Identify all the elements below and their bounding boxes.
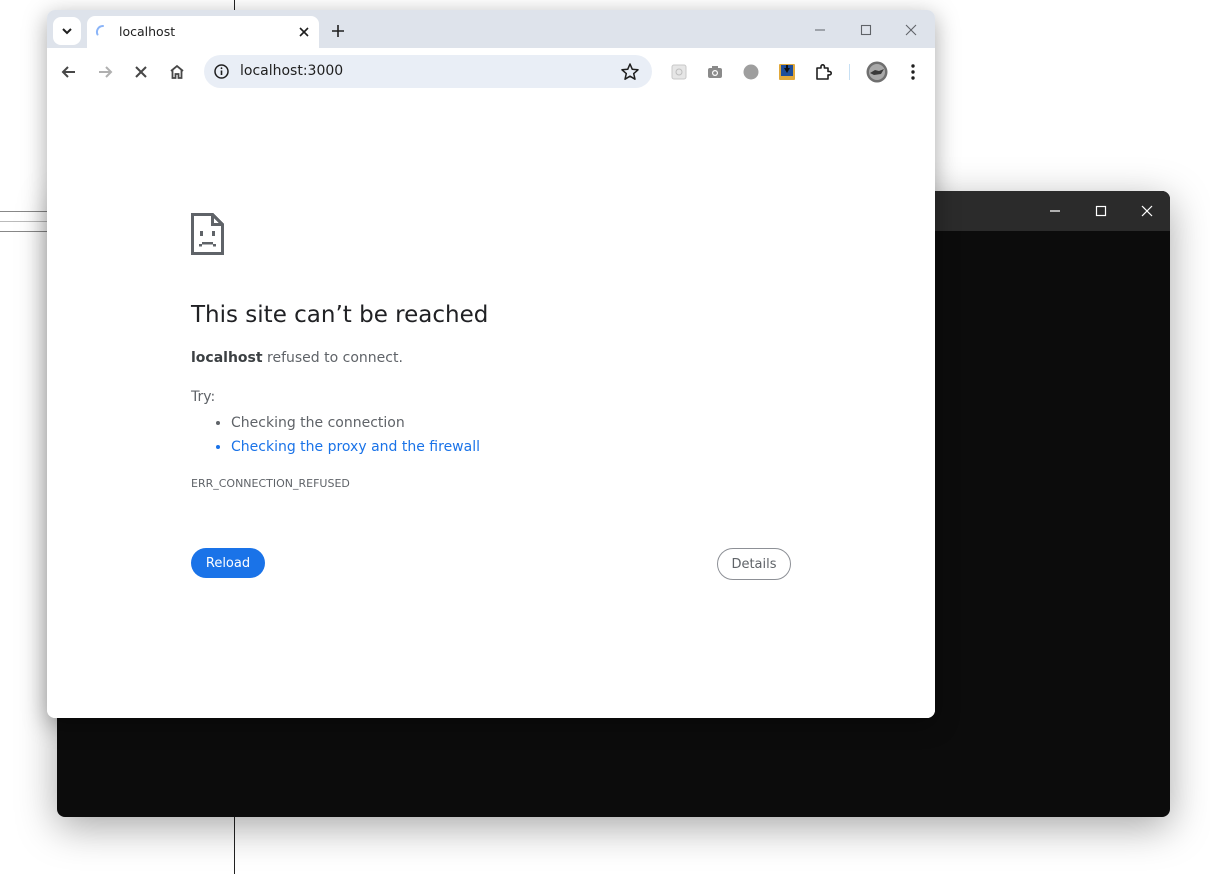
maximize-icon <box>1095 205 1107 217</box>
minimize-icon <box>1050 210 1060 212</box>
browser-toolbar: localhost:3000 <box>47 48 935 97</box>
forward-button[interactable] <box>89 56 121 88</box>
avatar <box>866 61 888 83</box>
try-label: Try: <box>191 389 216 405</box>
error-host: localhost <box>191 350 263 366</box>
plus-icon <box>332 25 344 37</box>
tab-search-button[interactable] <box>53 17 81 45</box>
terminal-maximize-button[interactable] <box>1078 191 1124 231</box>
maximize-icon <box>860 24 872 36</box>
browser-menu-button[interactable] <box>903 62 923 82</box>
stop-button[interactable] <box>125 56 157 88</box>
suggestion-link[interactable]: Checking the proxy and the firewall <box>231 435 480 459</box>
back-arrow-icon <box>61 66 75 78</box>
close-icon <box>1141 205 1153 217</box>
details-button[interactable]: Details <box>717 548 791 580</box>
terminal-minimize-button[interactable] <box>1032 191 1078 231</box>
error-code: ERR_CONNECTION_REFUSED <box>191 477 350 490</box>
error-page: This site can’t be reached localhost ref… <box>47 96 935 718</box>
reload-button[interactable]: Reload <box>191 548 265 578</box>
stop-icon <box>135 66 147 78</box>
browser-tab[interactable]: localhost <box>87 16 319 48</box>
tab-strip[interactable]: localhost <box>47 10 935 48</box>
browser-window: localhost localhost:3000 This site can’t… <box>47 10 935 718</box>
back-button[interactable] <box>53 56 85 88</box>
forward-arrow-icon <box>99 66 113 78</box>
extension-button-1[interactable] <box>669 62 689 82</box>
tab-close-button[interactable] <box>295 23 313 41</box>
star-icon[interactable] <box>620 62 640 82</box>
more-vert-icon <box>911 64 915 80</box>
terminal-close-button[interactable] <box>1124 191 1170 231</box>
error-message: refused to connect. <box>262 350 403 366</box>
home-button[interactable] <box>161 56 193 88</box>
tab-title: localhost <box>119 24 176 39</box>
record-icon <box>743 64 759 80</box>
minimize-icon <box>815 29 825 31</box>
browser-minimize-button[interactable] <box>798 14 842 46</box>
home-icon <box>170 64 184 79</box>
background-window-fragment <box>0 211 48 232</box>
camera-icon <box>708 66 722 78</box>
close-icon <box>905 24 917 36</box>
address-bar[interactable]: localhost:3000 <box>204 55 652 88</box>
toolbar-separator <box>849 64 850 80</box>
download-icon <box>779 64 795 80</box>
sad-page-icon <box>191 213 224 255</box>
loading-spinner-icon <box>95 24 104 36</box>
new-tab-button[interactable] <box>327 20 349 42</box>
suggestion-list: Checking the connection Checking the pro… <box>191 411 480 459</box>
extensions-menu-button[interactable] <box>813 62 833 82</box>
error-description: localhost refused to connect. <box>191 350 403 366</box>
record-extension-button[interactable] <box>741 62 761 82</box>
profile-button[interactable] <box>866 61 888 83</box>
info-icon <box>214 64 229 79</box>
extension-icon <box>671 64 687 80</box>
error-heading: This site can’t be reached <box>191 302 489 328</box>
address-url[interactable]: localhost:3000 <box>240 63 343 79</box>
puzzle-icon <box>816 64 832 80</box>
browser-maximize-button[interactable] <box>844 14 888 46</box>
download-extension-button[interactable] <box>777 62 797 82</box>
screenshot-extension-button[interactable] <box>705 62 725 82</box>
close-icon <box>299 27 309 37</box>
suggestion-item: Checking the connection <box>231 411 480 435</box>
chevron-down-icon <box>62 28 72 35</box>
browser-close-button[interactable] <box>889 14 933 46</box>
